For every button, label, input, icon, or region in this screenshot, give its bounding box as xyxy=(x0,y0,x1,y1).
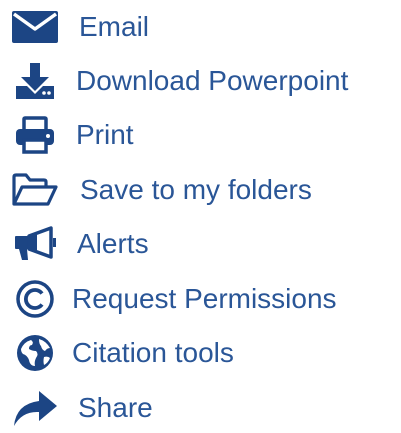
megaphone-icon xyxy=(10,222,60,266)
request-permissions-label: Request Permissions xyxy=(72,283,337,314)
copyright-icon xyxy=(10,277,60,321)
save-to-folders-label: Save to my folders xyxy=(80,174,312,205)
share-link[interactable]: Share xyxy=(0,386,401,430)
globe-icon xyxy=(10,331,60,375)
save-to-folders-link[interactable]: Save to my folders xyxy=(0,168,401,212)
print-link[interactable]: Print xyxy=(0,113,401,157)
alerts-link[interactable]: Alerts xyxy=(0,222,401,266)
alerts-label: Alerts xyxy=(77,228,149,259)
download-icon xyxy=(10,59,60,103)
share-arrow-icon xyxy=(10,386,60,430)
request-permissions-link[interactable]: Request Permissions xyxy=(0,277,401,321)
download-powerpoint-label: Download Powerpoint xyxy=(76,65,349,96)
citation-tools-label: Citation tools xyxy=(72,337,234,368)
share-label: Share xyxy=(78,392,153,423)
email-link[interactable]: Email xyxy=(0,5,401,49)
download-powerpoint-link[interactable]: Download Powerpoint xyxy=(0,59,401,103)
printer-icon xyxy=(10,113,60,157)
citation-tools-link[interactable]: Citation tools xyxy=(0,331,401,375)
email-label: Email xyxy=(79,11,150,42)
folder-open-icon xyxy=(10,168,60,212)
envelope-icon xyxy=(10,5,60,49)
print-label: Print xyxy=(76,119,134,150)
article-tools-list: Email Download Powerpoint Print Save to … xyxy=(0,0,401,433)
